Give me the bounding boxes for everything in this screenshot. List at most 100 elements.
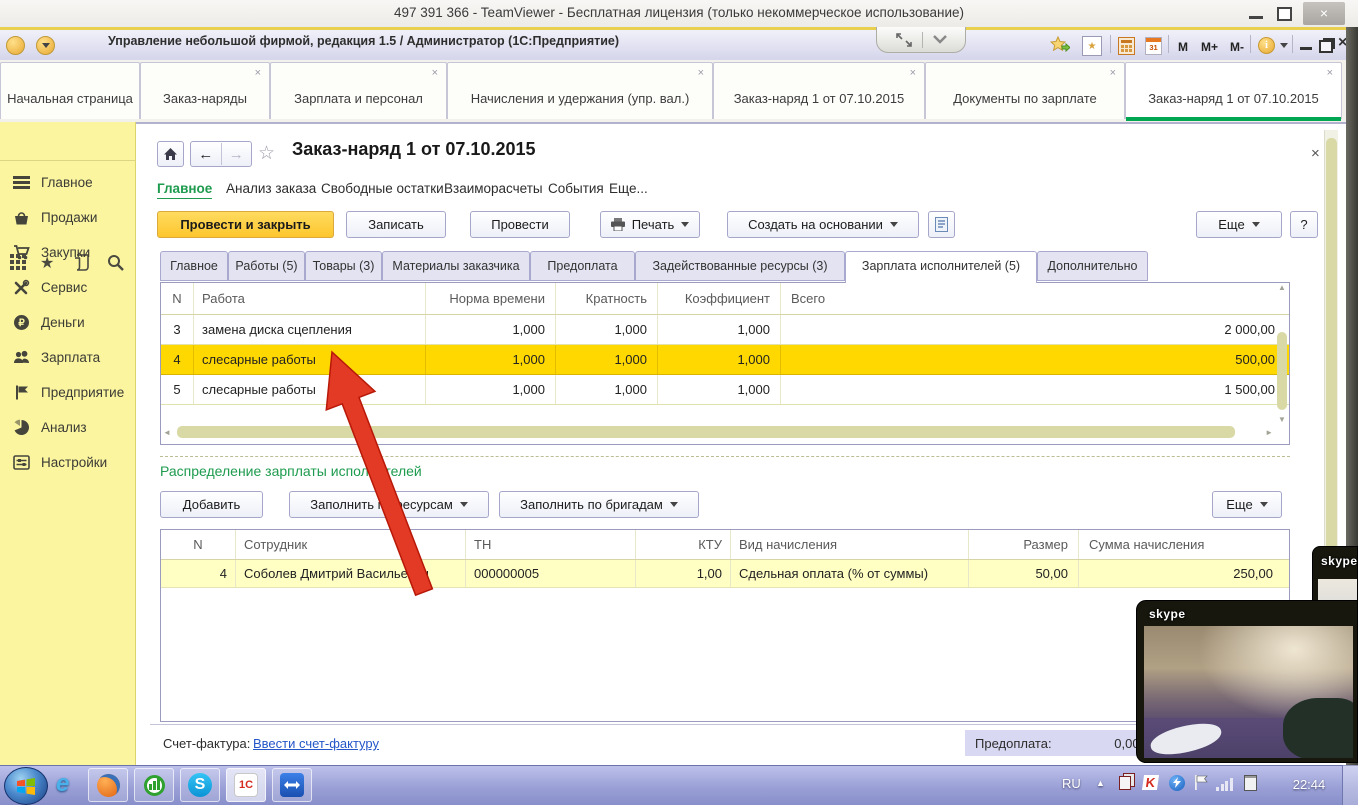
info-icon[interactable]: i [1258, 37, 1275, 54]
app-restore-icon[interactable] [1319, 40, 1333, 53]
col-work[interactable]: Работа [194, 283, 426, 314]
doclink-settlements[interactable]: Взаиморасчеты [444, 181, 543, 196]
doctab-prepayment[interactable]: Предоплата [530, 251, 635, 281]
tray-clipboard-icon[interactable] [1242, 774, 1259, 791]
tray-lightning-icon[interactable] [1168, 774, 1185, 791]
tray-signal-icon[interactable] [1216, 774, 1233, 791]
teamviewer-grip-panel[interactable] [876, 27, 966, 53]
post-button[interactable]: Провести [470, 211, 570, 238]
scroll-thumb[interactable] [177, 426, 1235, 438]
app-minimize-icon[interactable] [1300, 47, 1312, 50]
col-accrual-type[interactable]: Вид начисления [731, 530, 969, 559]
scroll-down-icon[interactable]: ▼ [1276, 416, 1288, 424]
col-ktu[interactable]: КТУ [636, 530, 731, 559]
col-multiplicity[interactable]: Кратность [556, 283, 658, 314]
sidebar-item-sales[interactable]: Продажи [0, 200, 135, 235]
language-indicator[interactable]: RU [1062, 776, 1081, 791]
tray-expand-icon[interactable]: ▲ [1096, 778, 1105, 788]
col-total[interactable]: Всего [781, 283, 1289, 314]
col-time-norm[interactable]: Норма времени [426, 283, 556, 314]
teamviewer-minimize-icon[interactable] [1249, 16, 1263, 19]
col-coefficient[interactable]: Коэффициент [658, 283, 781, 314]
start-button[interactable] [4, 767, 48, 805]
forward-button[interactable]: → [222, 146, 252, 163]
add-favorite-icon[interactable] [1050, 36, 1070, 57]
back-button[interactable]: ← [191, 146, 221, 163]
tab-accruals[interactable]: Начисления и удержания (упр. вал.) × [447, 62, 713, 119]
favorite-star-icon[interactable]: ☆ [258, 142, 275, 165]
col-employee[interactable]: Сотрудник [236, 530, 466, 559]
scroll-thumb[interactable] [1277, 332, 1287, 410]
form-close-icon[interactable]: × [1311, 145, 1320, 162]
works-table-hscrollbar[interactable]: ◄ ► [163, 426, 1273, 439]
doclink-events[interactable]: События [548, 181, 604, 196]
salary-row-4[interactable]: 4 Соболев Дмитрий Васильевич 000000005 1… [161, 560, 1289, 588]
print-button[interactable]: Печать [600, 211, 700, 238]
tab-salary-personnel[interactable]: Зарплата и персонал × [270, 62, 447, 119]
works-row-3[interactable]: 3 замена диска сцепления 1,000 1,000 1,0… [161, 315, 1289, 345]
doctab-customer-materials[interactable]: Материалы заказчика [382, 251, 530, 281]
scroll-left-icon[interactable]: ◄ [163, 429, 171, 437]
tab-close-icon[interactable]: × [1327, 68, 1333, 79]
col-tn[interactable]: ТН [466, 530, 636, 559]
calendar-icon[interactable]: 31 [1145, 37, 1162, 55]
create-based-on-button[interactable]: Создать на основании [727, 211, 919, 238]
skype-window-large[interactable]: skype [1136, 600, 1358, 763]
doctab-works[interactable]: Работы (5) [228, 251, 305, 281]
salary-more-button[interactable]: Еще [1212, 491, 1282, 518]
sidebar-item-analysis[interactable]: Анализ [0, 410, 135, 445]
tab-close-icon[interactable]: × [255, 68, 261, 79]
sidebar-item-salary[interactable]: Зарплата [0, 340, 135, 375]
taskbar-clock[interactable]: 22:44 [1282, 765, 1336, 805]
sidebar-item-settings[interactable]: Настройки [0, 445, 135, 480]
teamviewer-maximize-icon[interactable] [1277, 7, 1292, 21]
help-button[interactable]: ? [1290, 211, 1318, 238]
info-dropdown-icon[interactable] [1280, 43, 1288, 48]
tab-work-orders[interactable]: Заказ-наряды × [140, 62, 270, 119]
tab-close-icon[interactable]: × [432, 68, 438, 79]
doclink-order-analysis[interactable]: Анализ заказа [226, 181, 316, 196]
col-n[interactable]: N [161, 530, 236, 559]
tab-work-order-1[interactable]: Заказ-наряд 1 от 07.10.2015 × [713, 62, 925, 119]
col-accrual-sum[interactable]: Сумма начисления [1079, 530, 1289, 559]
sidebar-item-enterprise[interactable]: Предприятие [0, 375, 135, 410]
col-size[interactable]: Размер [969, 530, 1079, 559]
fill-by-brigades-button[interactable]: Заполнить по бригадам [499, 491, 699, 518]
doclink-more[interactable]: Еще... [609, 181, 648, 196]
taskbar-ie-icon[interactable]: e [56, 770, 69, 798]
sidebar-item-service[interactable]: Сервис [0, 270, 135, 305]
favorites-icon[interactable]: ★ [1082, 36, 1102, 56]
tab-salary-documents[interactable]: Документы по зарплате × [925, 62, 1125, 119]
scroll-right-icon[interactable]: ► [1265, 429, 1273, 437]
doclink-main[interactable]: Главное [157, 181, 212, 199]
show-desktop-button[interactable] [1342, 765, 1358, 805]
taskbar-skype-button[interactable]: S [180, 768, 220, 802]
fill-by-resources-button[interactable]: Заполнить по ресурсам [289, 491, 489, 518]
save-button[interactable]: Записать [346, 211, 446, 238]
taskbar-firefox-button[interactable] [88, 768, 128, 802]
memory-m-minus-button[interactable]: M- [1230, 40, 1244, 54]
col-n[interactable]: N [161, 283, 194, 314]
more-button[interactable]: Еще [1196, 211, 1282, 238]
sidebar-item-money[interactable]: ₽ Деньги [0, 305, 135, 340]
doctab-resources[interactable]: Задействованные ресурсы (3) [635, 251, 845, 281]
doctab-additional[interactable]: Дополнительно [1037, 251, 1148, 281]
tray-kaspersky-icon[interactable]: K [1142, 774, 1159, 791]
calculator-icon[interactable] [1118, 37, 1135, 55]
tab-home-page[interactable]: Начальная страница [0, 62, 140, 119]
sidebar-item-purchases[interactable]: Закупки [0, 235, 135, 270]
memory-m-plus-button[interactable]: M+ [1201, 40, 1218, 54]
tab-work-order-1-active[interactable]: Заказ-наряд 1 от 07.10.2015 × [1125, 62, 1342, 119]
tray-flag-icon[interactable] [1192, 774, 1209, 791]
taskbar-teamviewer-button[interactable] [272, 768, 312, 802]
add-button[interactable]: Добавить [160, 491, 263, 518]
scroll-up-icon[interactable]: ▲ [1276, 284, 1288, 292]
works-row-5[interactable]: 5 слесарные работы 1,000 1,000 1,000 1 5… [161, 375, 1289, 405]
doctab-goods[interactable]: Товары (3) [305, 251, 382, 281]
home-button[interactable] [157, 141, 184, 167]
app-logo-icon[interactable] [6, 36, 25, 55]
taskbar-green-app-button[interactable] [134, 768, 174, 802]
tab-close-icon[interactable]: × [698, 68, 704, 79]
doctab-performers-salary[interactable]: Зарплата исполнителей (5) [845, 251, 1037, 283]
tab-close-icon[interactable]: × [910, 68, 916, 79]
